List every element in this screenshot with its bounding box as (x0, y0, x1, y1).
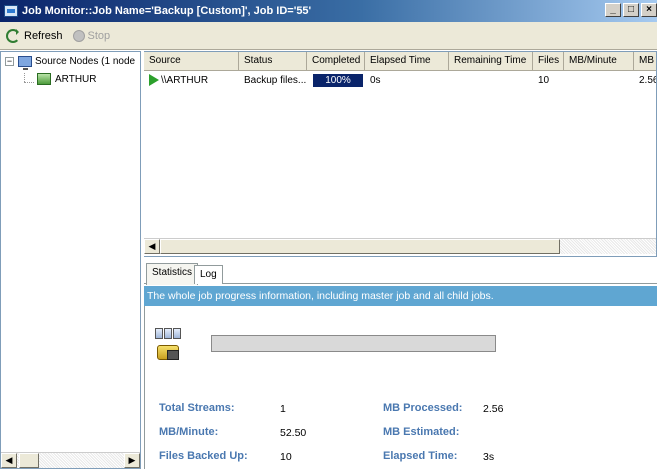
mb-processed-label: MB Processed: (383, 402, 463, 414)
column-header-mb-minute[interactable]: MB/Minute (564, 52, 634, 71)
elapsed-time-label: Elapsed Time: (383, 450, 458, 462)
column-header-status[interactable]: Status (239, 52, 307, 71)
tree-node-label: ARTHUR (55, 73, 97, 85)
scroll-track[interactable] (17, 453, 124, 468)
tree-connector (24, 82, 34, 83)
play-icon (149, 74, 159, 87)
app-icon (4, 5, 18, 17)
refresh-icon (6, 28, 20, 43)
job-progress-icon (155, 328, 181, 364)
stop-label: Stop (87, 29, 111, 42)
completed-progress-bar: 100% (313, 74, 363, 87)
table-row[interactable]: \\ARTHUR Backup files... 100% 0s 10 2.56 (144, 72, 657, 89)
grid-horizontal-scrollbar[interactable]: ◀ (144, 238, 656, 254)
job-progress-bar (211, 335, 496, 352)
window-controls: _ □ × (605, 3, 657, 17)
stop-button[interactable]: Stop (72, 29, 111, 42)
title-bar: Job Monitor::Job Name='Backup [Custom]',… (0, 0, 657, 22)
mb-minute-value: 52.50 (280, 427, 307, 439)
column-header-files[interactable]: Files (533, 52, 564, 71)
tab-log[interactable]: Log (194, 265, 223, 284)
tree-node-arthur[interactable]: ARTHUR (37, 73, 96, 85)
tree-root-label: Source Nodes (1 node (35, 56, 136, 67)
refresh-button[interactable]: Refresh (6, 28, 63, 43)
column-header-elapsed-time[interactable]: Elapsed Time (365, 52, 449, 71)
files-backed-up-value: 10 (280, 451, 292, 463)
window-title: Job Monitor::Job Name='Backup [Custom]',… (22, 5, 312, 17)
mb-processed-cell: 2.56 (639, 75, 657, 86)
toolbar: Refresh Stop (0, 22, 657, 50)
source-value: \\ARTHUR (161, 75, 209, 86)
tree-connector (24, 73, 25, 82)
completed-cell: 100% (307, 72, 365, 89)
mb-estimated-label: MB Estimated: (383, 426, 460, 438)
mb-processed-value: 2.56 (483, 403, 504, 415)
total-streams-value: 1 (280, 403, 286, 415)
scroll-left-arrow[interactable]: ◀ (1, 453, 17, 468)
scroll-thumb[interactable] (160, 239, 560, 254)
elapsed-time-value: 3s (483, 451, 495, 463)
node-icon (37, 73, 51, 85)
tab-statistics[interactable]: Statistics (146, 263, 199, 285)
close-button[interactable]: × (641, 3, 657, 17)
monitor-icon (18, 56, 32, 70)
column-header-mb-processed[interactable]: MB F (634, 52, 656, 71)
tab-strip: Statistics Log (144, 262, 657, 285)
mb-minute-label: MB/Minute: (159, 426, 219, 438)
scroll-left-arrow[interactable]: ◀ (144, 239, 160, 254)
column-header-source[interactable]: Source (144, 52, 239, 71)
status-cell: Backup files... (244, 75, 307, 86)
refresh-label: Refresh (24, 29, 63, 42)
mb-minute-cell (564, 72, 634, 89)
minimize-button[interactable]: _ (605, 3, 621, 17)
tree-horizontal-scrollbar[interactable]: ◀ ▶ (1, 452, 140, 468)
elapsed-cell: 0s (370, 75, 381, 86)
column-header-remaining-time[interactable]: Remaining Time (449, 52, 533, 71)
maximize-button[interactable]: □ (623, 3, 639, 17)
column-header-completed[interactable]: Completed (307, 52, 365, 71)
tree-root-node[interactable]: − Source Nodes (1 node (5, 56, 136, 70)
scroll-track[interactable] (160, 239, 656, 254)
remaining-cell (449, 72, 533, 89)
source-tree[interactable]: − Source Nodes (1 node ARTHUR ◀ ▶ (0, 51, 141, 469)
files-cell: 10 (538, 75, 550, 86)
source-cell: \\ARTHUR (144, 72, 239, 89)
job-grid[interactable]: Source Status Completed Elapsed Time Rem… (144, 51, 657, 257)
info-message: The whole job progress information, incl… (144, 286, 657, 306)
total-streams-label: Total Streams: (159, 402, 235, 414)
collapse-toggle[interactable]: − (5, 57, 14, 66)
files-backed-up-label: Files Backed Up: (159, 450, 248, 462)
scroll-thumb[interactable] (19, 453, 39, 468)
stop-icon (72, 29, 85, 42)
grid-header: Source Status Completed Elapsed Time Rem… (144, 52, 656, 71)
statistics-panel: Total Streams: 1 MB/Minute: 52.50 Files … (144, 306, 657, 469)
scroll-right-arrow[interactable]: ▶ (124, 453, 140, 468)
